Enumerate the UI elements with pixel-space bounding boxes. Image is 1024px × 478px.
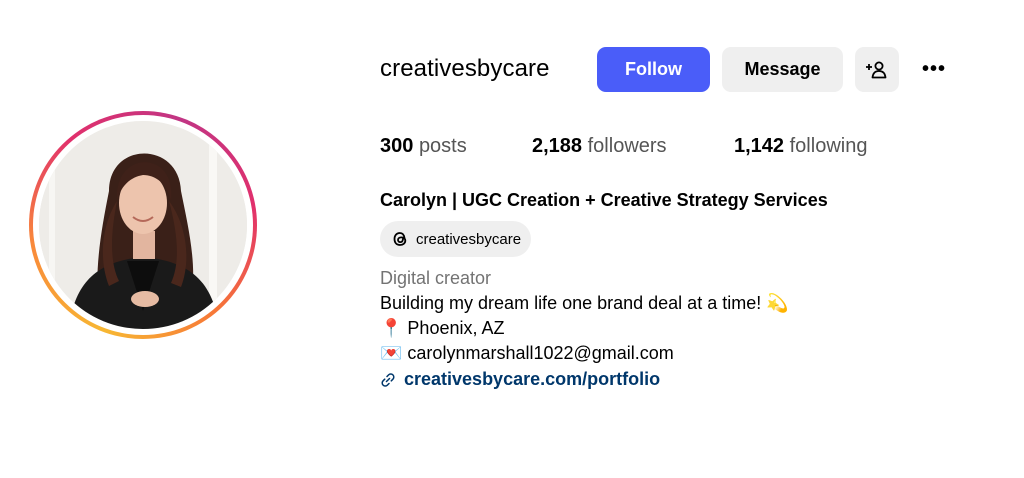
avatar[interactable]	[39, 121, 247, 329]
profile-link[interactable]: creativesbycare.com/portfolio	[380, 369, 660, 390]
follow-button[interactable]: Follow	[597, 47, 710, 92]
followers-count: 2,188	[532, 135, 583, 157]
bio-text-2: Phoenix, AZ	[402, 318, 505, 338]
message-button[interactable]: Message	[722, 47, 843, 92]
avatar-photo	[39, 121, 247, 329]
following-stat[interactable]: 1,142 following	[734, 135, 867, 158]
bio-line-2: 📍 Phoenix, AZ	[380, 318, 504, 339]
add-user-icon	[866, 61, 887, 78]
posts-count: 300	[380, 135, 414, 157]
bio-email: carolynmarshall1022@gmail.com	[402, 343, 674, 363]
profile-category: Digital creator	[380, 268, 492, 288]
profile-link-text[interactable]: creativesbycare.com/portfolio	[404, 369, 660, 390]
threads-handle: creativesbycare	[416, 230, 522, 248]
more-icon: •••	[921, 58, 946, 80]
posts-stat: 300 posts	[380, 135, 467, 158]
threads-icon	[393, 232, 407, 246]
more-options-button[interactable]: •••	[912, 47, 956, 92]
followers-stat[interactable]: 2,188 followers	[532, 135, 667, 158]
followers-label: followers	[587, 135, 667, 157]
following-count: 1,142	[734, 135, 785, 157]
profile-full-name: Carolyn | UGC Creation + Creative Strate…	[380, 190, 828, 210]
suggest-users-button[interactable]	[855, 47, 899, 92]
posts-label: posts	[418, 135, 467, 157]
bio-text-1: Building my dream life one brand deal at…	[380, 293, 767, 313]
love-letter-emoji-icon: 💌	[380, 343, 403, 364]
link-icon	[381, 372, 395, 387]
dizzy-emoji-icon: 💫	[766, 293, 789, 314]
threads-badge[interactable]: creativesbycare	[380, 221, 532, 257]
bio-line-1: Building my dream life one brand deal at…	[380, 293, 789, 314]
following-label: following	[789, 135, 868, 157]
bio-line-3: 💌 carolynmarshall1022@gmail.com	[380, 343, 674, 364]
pin-emoji-icon: 📍	[380, 318, 403, 339]
story-ring[interactable]	[29, 111, 257, 339]
profile-username: creativesbycare	[380, 55, 550, 82]
avatar-gap	[33, 115, 253, 335]
